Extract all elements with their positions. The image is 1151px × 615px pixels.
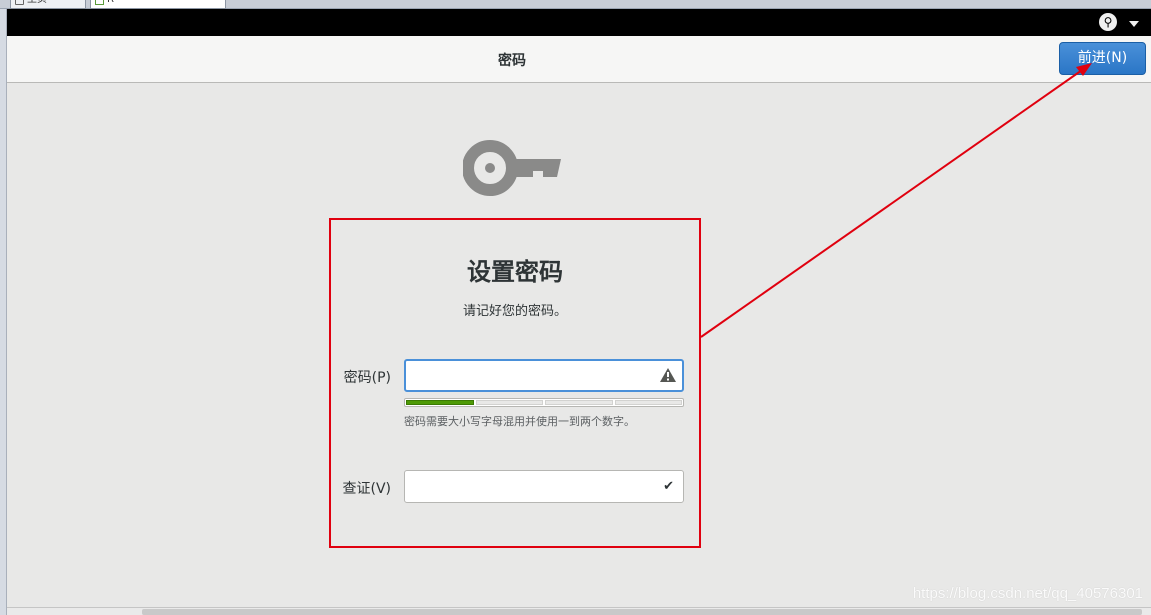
host-tab-label: 主页 — [27, 0, 47, 5]
top-bar: ⚲ — [7, 9, 1151, 36]
key-icon — [463, 140, 561, 196]
accessibility-icon[interactable]: ⚲ — [1099, 13, 1117, 31]
header-bar: 密码 前进(N) — [7, 36, 1151, 83]
horizontal-scrollbar[interactable] — [7, 607, 1151, 615]
host-tab-home[interactable]: 主页 — [10, 0, 86, 9]
strength-segment — [614, 400, 682, 405]
next-button[interactable]: 前进(N) — [1059, 42, 1146, 75]
warning-icon — [660, 368, 676, 382]
check-icon: ✔ — [663, 479, 674, 494]
password-form: 设置密码 请记好您的密码。 密码(P) 密码需要大小写字母混用并使用一到两个数字… — [329, 218, 701, 548]
vm-icon — [95, 0, 104, 5]
strength-segment — [545, 400, 613, 405]
installer-window: 主页 R ⚲ 密码 前进(N) 设置密码 请记好您的密码。 密码(P) — [0, 0, 1151, 615]
main-content: 设置密码 请记好您的密码。 密码(P) 密码需要大小写字母混用并使用一到两个数字… — [7, 83, 1151, 607]
chevron-down-icon[interactable] — [1129, 21, 1139, 27]
host-tab-strip: 主页 R — [0, 0, 1151, 9]
watermark: https://blog.csdn.net/qq_40576301 — [912, 585, 1143, 602]
password-field[interactable] — [404, 359, 684, 392]
form-title: 设置密码 — [467, 258, 563, 286]
form-subtitle: 请记好您的密码。 — [462, 304, 567, 319]
strength-segment — [406, 400, 474, 405]
password-strength-bar — [404, 398, 684, 407]
scrollbar-thumb[interactable] — [142, 609, 1142, 615]
window-frame-left — [0, 9, 7, 615]
strength-segment — [475, 400, 543, 405]
home-icon — [15, 0, 24, 5]
verify-field[interactable]: ✔ — [404, 470, 684, 503]
host-tab-vm[interactable]: R — [90, 0, 226, 9]
password-hint: 密码需要大小写字母混用并使用一到两个数字。 — [404, 415, 635, 428]
password-label: 密码(P) — [343, 370, 391, 386]
page-title: 密码 — [498, 53, 526, 69]
verify-label: 查证(V) — [342, 481, 391, 497]
host-tab-label: R — [107, 0, 114, 5]
